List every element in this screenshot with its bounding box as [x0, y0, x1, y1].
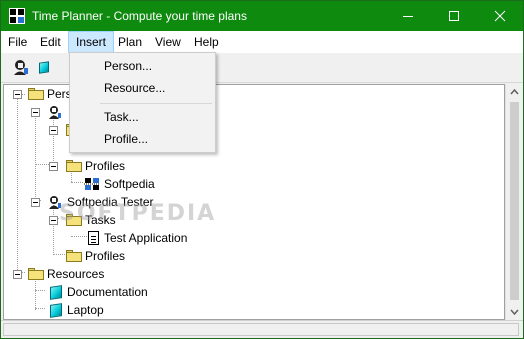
- tree-node-label: Documentation: [67, 285, 148, 299]
- maximize-icon: [449, 11, 459, 21]
- person-icon[interactable]: [11, 58, 31, 78]
- collapse-icon[interactable]: [49, 162, 58, 171]
- collapse-icon[interactable]: [31, 198, 40, 207]
- tree-node-profile-item[interactable]: Softpedia: [4, 175, 204, 193]
- resource-cube-icon: [50, 303, 62, 318]
- tree-node-label: Laptop: [67, 303, 104, 317]
- resource-cube-button[interactable]: [35, 58, 55, 78]
- menu-insert[interactable]: Insert: [68, 31, 115, 53]
- menu-item-profile[interactable]: Profile...: [72, 128, 213, 150]
- minimize-button[interactable]: [385, 1, 431, 31]
- tree-node-resources[interactable]: Resources: [4, 265, 204, 283]
- collapse-icon[interactable]: [13, 90, 22, 99]
- menu-plan[interactable]: Plan: [111, 31, 149, 53]
- app-icon: [9, 8, 25, 24]
- tree-node-profiles[interactable]: Profiles: [4, 157, 204, 175]
- tree-node-label: Profiles: [85, 249, 126, 263]
- menu-file[interactable]: File: [1, 31, 34, 53]
- tree-node-label: Profiles: [85, 159, 126, 173]
- watermark: SOFTPEDIA: [59, 201, 217, 226]
- tree-node-label: Softpedia: [104, 177, 155, 191]
- maximize-button[interactable]: [431, 1, 477, 31]
- status-bar: [1, 320, 523, 338]
- collapse-icon[interactable]: [49, 216, 58, 225]
- menu-view[interactable]: View: [148, 31, 188, 53]
- tree-node-label: Resources: [47, 267, 105, 281]
- title-bar[interactable]: Time Planner - Compute your time plans: [1, 1, 523, 31]
- folder-icon: [28, 88, 44, 100]
- menu-item-task[interactable]: Task...: [72, 106, 213, 128]
- resource-cube-icon: [39, 61, 49, 74]
- person-icon: [49, 106, 61, 119]
- scroll-down-icon[interactable]: [506, 303, 523, 320]
- tree-node-label: Pers: [47, 87, 72, 101]
- tree-node-resource-item[interactable]: Laptop: [4, 301, 204, 319]
- tree-node-profiles[interactable]: Profiles: [4, 247, 204, 265]
- minimize-icon: [403, 16, 413, 17]
- menu-bar: File Edit Insert Plan View Help: [1, 31, 523, 53]
- close-button[interactable]: [477, 1, 523, 31]
- collapse-icon[interactable]: [13, 270, 22, 279]
- collapse-icon[interactable]: [49, 126, 58, 135]
- window-title: Time Planner - Compute your time plans: [32, 9, 247, 23]
- scroll-up-icon[interactable]: [506, 84, 523, 101]
- menu-item-resource[interactable]: Resource...: [72, 77, 213, 99]
- collapse-icon[interactable]: [31, 108, 40, 117]
- menu-edit[interactable]: Edit: [33, 31, 68, 53]
- app-window: Time Planner - Compute your time plans F…: [0, 0, 524, 339]
- resource-cube-icon: [50, 285, 62, 300]
- vertical-scrollbar[interactable]: [505, 84, 522, 320]
- folder-icon: [66, 250, 82, 262]
- profile-icon: [84, 177, 100, 191]
- menu-separator: [100, 103, 212, 104]
- tree-node-label: Test Application: [104, 231, 188, 245]
- tree-node-resource-item[interactable]: Documentation: [4, 283, 204, 301]
- status-panel: [3, 323, 519, 336]
- folder-icon: [28, 268, 44, 280]
- folder-icon: [66, 160, 82, 172]
- scrollbar-thumb[interactable]: [510, 102, 519, 300]
- menu-item-person[interactable]: Person...: [72, 55, 213, 77]
- close-icon: [494, 10, 506, 22]
- document-icon: [88, 231, 99, 245]
- tree-node-task-item[interactable]: Test Application: [4, 229, 224, 247]
- menu-help[interactable]: Help: [187, 31, 226, 53]
- insert-menu-dropdown: Person... Resource... Task... Profile...: [69, 52, 216, 153]
